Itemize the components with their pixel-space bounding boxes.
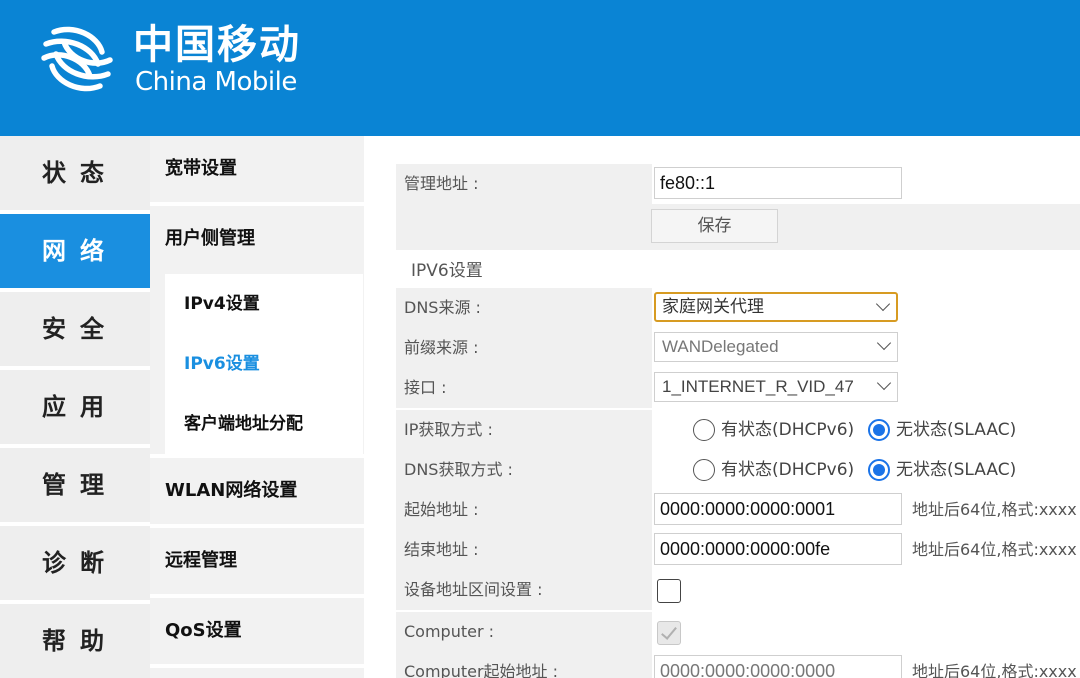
chevron-down-icon bbox=[876, 335, 892, 351]
brand-name-cn: 中国移动 bbox=[133, 22, 301, 68]
dns-method-slaac-radio[interactable] bbox=[868, 459, 890, 481]
sub-nav-broadband[interactable]: 宽带设置 bbox=[150, 136, 364, 202]
interface-value: 1_INTERNET_R_VID_47 bbox=[662, 377, 854, 396]
sub-nav-dhcp-alloc[interactable]: 客户端地址分配 bbox=[165, 394, 363, 454]
main-nav-application[interactable]: 应用 bbox=[0, 370, 150, 444]
dns-method-label: DNS获取方式 : bbox=[404, 460, 513, 479]
sub-nav-ipv6[interactable]: IPv6设置 bbox=[165, 334, 363, 394]
computer-start-row: Computer起始地址 : 0000:0000:0000:0000 地址后64… bbox=[396, 652, 1080, 678]
ip-method-label: IP获取方式 : bbox=[404, 420, 493, 439]
dns-method-dhcpv6-label[interactable]: 有状态(DHCPv6) bbox=[721, 450, 854, 490]
mgmt-address-label: 管理地址 : bbox=[404, 174, 479, 193]
start-address-hint: 地址后64位,格式:xxxx bbox=[912, 500, 1077, 519]
dns-source-value: 家庭网关代理 bbox=[662, 297, 764, 316]
start-address-field-cell: 0000:0000:0000:0001 地址后64位,格式:xxxx bbox=[652, 490, 1080, 530]
device-range-field-cell bbox=[652, 570, 1080, 610]
computer-field-cell bbox=[652, 612, 1080, 652]
interface-label: 接口 : bbox=[404, 378, 447, 397]
chevron-down-icon bbox=[876, 375, 892, 391]
dns-source-select[interactable]: 家庭网关代理 bbox=[654, 292, 898, 322]
end-address-field-cell: 0000:0000:0000:00fe 地址后64位,格式:xxxx bbox=[652, 530, 1080, 570]
section-title: IPV6设置 bbox=[411, 261, 483, 281]
sub-nav-divider bbox=[150, 664, 364, 668]
computer-checkbox[interactable] bbox=[657, 621, 681, 645]
end-address-label: 结束地址 : bbox=[404, 540, 479, 559]
sub-nav-wlan[interactable]: WLAN网络设置 bbox=[150, 458, 364, 524]
dns-source-field-cell: 家庭网关代理 bbox=[652, 288, 1080, 328]
dns-method-slaac-label[interactable]: 无状态(SLAAC) bbox=[896, 450, 1016, 490]
dns-source-label: DNS来源 : bbox=[404, 298, 481, 317]
header-bar: 中国移动 China Mobile bbox=[0, 0, 1080, 136]
prefix-source-row: 前缀来源 : WANDelegated bbox=[396, 328, 1080, 368]
main-nav-management[interactable]: 管理 bbox=[0, 448, 150, 522]
start-address-row: 起始地址 : 0000:0000:0000:0001 地址后64位,格式:xxx… bbox=[396, 490, 1080, 530]
sub-nav-remote[interactable]: 远程管理 bbox=[150, 528, 364, 594]
ip-method-dhcpv6-label[interactable]: 有状态(DHCPv6) bbox=[721, 410, 854, 450]
save-row: 保存 bbox=[396, 204, 1080, 250]
dns-source-row: DNS来源 : 家庭网关代理 bbox=[396, 288, 1080, 328]
save-button[interactable]: 保存 bbox=[651, 209, 778, 243]
main-nav: 状态 网络 安全 应用 管理 诊断 帮助 bbox=[0, 136, 150, 678]
chevron-down-icon bbox=[875, 296, 891, 312]
ip-method-dhcpv6-radio[interactable] bbox=[693, 419, 715, 441]
main-nav-network[interactable]: 网络 bbox=[0, 214, 150, 288]
computer-start-hint: 地址后64位,格式:xxxx bbox=[912, 662, 1077, 678]
main-nav-diagnosis[interactable]: 诊断 bbox=[0, 526, 150, 600]
start-address-label: 起始地址 : bbox=[404, 500, 479, 519]
prefix-source-field-cell: WANDelegated bbox=[652, 328, 1080, 368]
device-range-row: 设备地址区间设置 : bbox=[396, 570, 1080, 610]
sub-nav-ipv4[interactable]: IPv4设置 bbox=[165, 274, 363, 334]
sub-nav: 宽带设置 用户侧管理 IPv4设置 IPv6设置 客户端地址分配 WLAN网络设… bbox=[150, 136, 364, 678]
device-range-checkbox[interactable] bbox=[657, 579, 681, 603]
device-range-label: 设备地址区间设置 : bbox=[404, 580, 543, 599]
prefix-source-label: 前缀来源 : bbox=[404, 338, 479, 357]
mgmt-address-input[interactable]: fe80::1 bbox=[654, 167, 902, 199]
computer-start-label: Computer起始地址 : bbox=[404, 662, 559, 678]
brand-name-en: China Mobile bbox=[135, 67, 297, 97]
sub-nav-user-side[interactable]: 用户侧管理 bbox=[150, 206, 364, 272]
china-mobile-logo-icon bbox=[41, 26, 113, 92]
mgmt-address-field-cell: fe80::1 bbox=[652, 164, 1080, 204]
end-address-row: 结束地址 : 0000:0000:0000:00fe 地址后64位,格式:xxx… bbox=[396, 530, 1080, 570]
interface-row: 接口 : 1_INTERNET_R_VID_47 bbox=[396, 368, 1080, 408]
ip-method-slaac-radio[interactable] bbox=[868, 419, 890, 441]
sub-nav-qos[interactable]: QoS设置 bbox=[150, 598, 364, 664]
prefix-source-value: WANDelegated bbox=[662, 337, 779, 356]
end-address-hint: 地址后64位,格式:xxxx bbox=[912, 540, 1077, 559]
main-nav-status[interactable]: 状态 bbox=[0, 136, 150, 210]
main-nav-security[interactable]: 安全 bbox=[0, 292, 150, 366]
computer-start-input[interactable]: 0000:0000:0000:0000 bbox=[654, 655, 902, 678]
interface-select[interactable]: 1_INTERNET_R_VID_47 bbox=[654, 372, 898, 402]
main-nav-help[interactable]: 帮助 bbox=[0, 604, 150, 678]
ipv6-settings-panel: 管理地址 : fe80::1 保存 IPV6设置 DNS来源 : 家庭网关代理 … bbox=[364, 136, 1080, 678]
dns-method-dhcpv6-radio[interactable] bbox=[693, 459, 715, 481]
dns-method-field-cell: 有状态(DHCPv6) 无状态(SLAAC) bbox=[652, 450, 1080, 490]
start-address-input[interactable]: 0000:0000:0000:0001 bbox=[654, 493, 902, 525]
ip-method-field-cell: 有状态(DHCPv6) 无状态(SLAAC) bbox=[652, 410, 1080, 450]
computer-label: Computer : bbox=[404, 622, 495, 641]
interface-field-cell: 1_INTERNET_R_VID_47 bbox=[652, 368, 1080, 408]
prefix-source-select[interactable]: WANDelegated bbox=[654, 332, 898, 362]
dns-method-row: DNS获取方式 : 有状态(DHCPv6) 无状态(SLAAC) bbox=[396, 450, 1080, 490]
computer-start-field-cell: 0000:0000:0000:0000 地址后64位,格式:xxxx bbox=[652, 652, 1080, 678]
ip-method-slaac-label[interactable]: 无状态(SLAAC) bbox=[896, 410, 1016, 450]
computer-row: Computer : bbox=[396, 612, 1080, 652]
mgmt-address-row: 管理地址 : fe80::1 bbox=[396, 164, 1080, 204]
end-address-input[interactable]: 0000:0000:0000:00fe bbox=[654, 533, 902, 565]
ip-method-row: IP获取方式 : 有状态(DHCPv6) 无状态(SLAAC) bbox=[396, 410, 1080, 450]
